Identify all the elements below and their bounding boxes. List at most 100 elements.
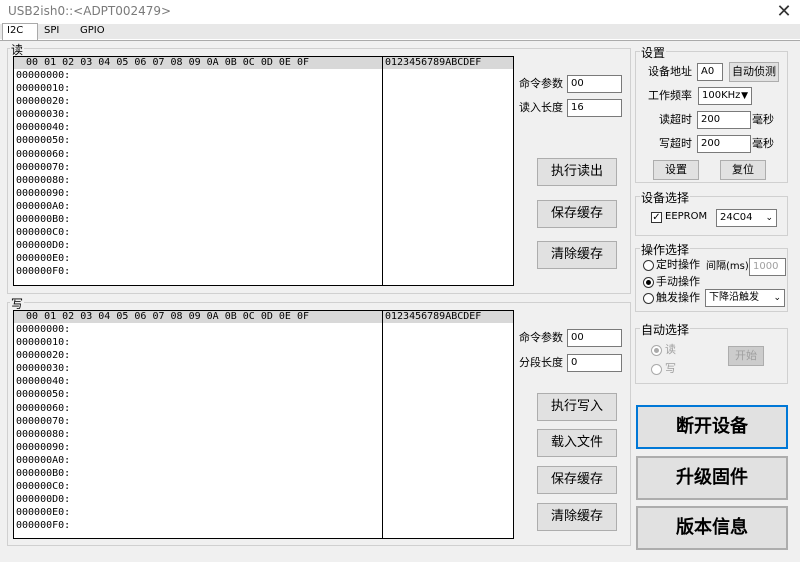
auto-select-group-label: 自动选择 [640,321,691,338]
read-timeout-input[interactable]: 200 [697,111,751,129]
device-address-input[interactable]: A0 [697,63,723,81]
hex-address-row: 00000070: [16,415,71,427]
frequency-select[interactable]: 100KHz ▼ [698,87,752,105]
tab-spi[interactable]: SPI [40,24,64,39]
hex-address-row: 00000060: [16,402,71,414]
device-address-label: 设备地址 [648,65,692,78]
auto-write-radio[interactable] [651,364,662,375]
chevron-down-icon: ▼ [741,91,748,101]
write-hex-header: 00 01 02 03 04 05 06 07 08 09 0A 0B 0C 0… [14,311,382,323]
read-hex-divider [382,57,383,285]
hex-address-row: 00000020: [16,350,71,362]
hex-address-row: 000000B0: [16,468,71,480]
read-hex-header: 00 01 02 03 04 05 06 07 08 09 0A 0B 0C 0… [14,57,382,69]
upgrade-firmware-button[interactable]: 升级固件 [636,456,788,500]
chevron-down-icon: ⌄ [765,213,773,223]
read-timeout-unit: 毫秒 [752,113,774,126]
window-title: USB2ish0::<ADPT002479> [8,4,172,18]
settings-apply-button[interactable]: 设置 [653,160,699,180]
timed-operation-radio[interactable] [643,260,654,271]
hex-address-row: 00000080: [16,428,71,440]
settings-group-label: 设置 [640,44,667,61]
tab-strip [0,24,800,39]
hex-address-row: 00000020: [16,96,71,108]
hex-address-row: 000000F0: [16,520,71,532]
write-timeout-label: 写超时 [659,137,692,150]
trigger-select[interactable]: 下降沿触发 ⌄ [705,289,785,307]
write-segment-label: 分段长度 [519,356,563,369]
hex-address-row: 000000E0: [16,253,71,265]
write-clear-buffer-button[interactable]: 清除缓存 [537,503,617,531]
hex-address-row: 000000C0: [16,227,71,239]
frequency-value: 100KHz [702,90,741,101]
read-length-input[interactable]: 16 [567,99,622,117]
read-clear-buffer-button[interactable]: 清除缓存 [537,241,617,269]
write-cmd-label: 命令参数 [519,331,563,344]
write-cmd-input[interactable]: 00 [567,329,622,347]
hex-address-row: 000000D0: [16,240,71,252]
auto-start-button[interactable]: 开始 [728,346,764,366]
read-length-label: 读入长度 [519,101,563,114]
hex-address-row: 00000080: [16,174,71,186]
tab-gpio[interactable]: GPIO [76,24,109,39]
chevron-down-icon: ⌄ [773,293,781,303]
hex-address-row: 00000030: [16,363,71,375]
hex-address-row: 00000000: [16,324,71,335]
device-select-group-label: 设备选择 [640,189,691,206]
chip-value: 24C04 [720,212,753,223]
write-ascii-header: 0123456789ABCDEF [383,311,513,323]
hex-address-row: 00000070: [16,161,71,173]
read-cmd-label: 命令参数 [519,77,563,90]
hex-address-row: 00000030: [16,109,71,121]
eeprom-checkbox[interactable]: ✓ [651,212,662,223]
hex-address-row: 00000090: [16,187,71,199]
auto-detect-button[interactable]: 自动侦测 [729,62,779,82]
disconnect-device-button[interactable]: 断开设备 [636,405,788,449]
tab-i2c[interactable]: I2C [2,23,38,40]
write-save-buffer-button[interactable]: 保存缓存 [537,466,617,494]
settings-reset-button[interactable]: 复位 [720,160,766,180]
eeprom-label: EEPROM [665,211,708,222]
hex-address-row: 00000040: [16,376,71,388]
write-address-column: 00000000: 00000010: 00000020: 00000030: 0000… [16,323,70,533]
auto-read-label: 读 [665,343,676,356]
hex-address-row: 00000010: [16,83,71,95]
hex-address-row: 00000090: [16,441,71,453]
hex-address-row: 00000050: [16,135,71,147]
manual-operation-label: 手动操作 [656,275,700,288]
hex-address-row: 00000060: [16,148,71,160]
read-save-buffer-button[interactable]: 保存缓存 [537,200,617,228]
execute-write-button[interactable]: 执行写入 [537,393,617,421]
hex-address-row: 000000D0: [16,494,71,506]
interval-label: 间隔(ms) [706,261,749,272]
read-ascii-header: 0123456789ABCDEF [383,57,513,69]
hex-address-row: 000000F0: [16,266,71,278]
timed-operation-label: 定时操作 [656,258,700,271]
chip-select[interactable]: 24C04 ⌄ [716,209,777,227]
interval-input[interactable]: 1000 [749,258,786,276]
hex-address-row: 000000B0: [16,214,71,226]
write-segment-input[interactable]: 0 [567,354,622,372]
auto-write-label: 写 [665,362,676,375]
hex-address-row: 00000050: [16,389,71,401]
write-hex-divider [382,311,383,538]
write-timeout-input[interactable]: 200 [697,135,751,153]
auto-read-radio[interactable] [651,345,662,356]
trigger-operation-label: 触发操作 [656,291,700,304]
manual-operation-radio[interactable] [643,277,654,288]
write-hex-view[interactable]: 00 01 02 03 04 05 06 07 08 09 0A 0B 0C 0… [13,310,514,539]
operation-select-group-label: 操作选择 [640,241,691,258]
version-info-button[interactable]: 版本信息 [636,506,788,550]
read-hex-view[interactable]: 00 01 02 03 04 05 06 07 08 09 0A 0B 0C 0… [13,56,514,286]
read-cmd-input[interactable]: 00 [567,75,622,93]
hex-address-row: 000000A0: [16,454,71,466]
hex-address-row: 00000000: [16,70,71,81]
execute-read-button[interactable]: 执行读出 [537,158,617,186]
load-file-button[interactable]: 载入文件 [537,429,617,457]
hex-address-row: 000000A0: [16,200,71,212]
hex-address-row: 000000C0: [16,481,71,493]
close-button[interactable]: ✕ [770,0,798,24]
frequency-label: 工作频率 [648,89,692,102]
trigger-operation-radio[interactable] [643,293,654,304]
trigger-value: 下降沿触发 [709,292,759,303]
